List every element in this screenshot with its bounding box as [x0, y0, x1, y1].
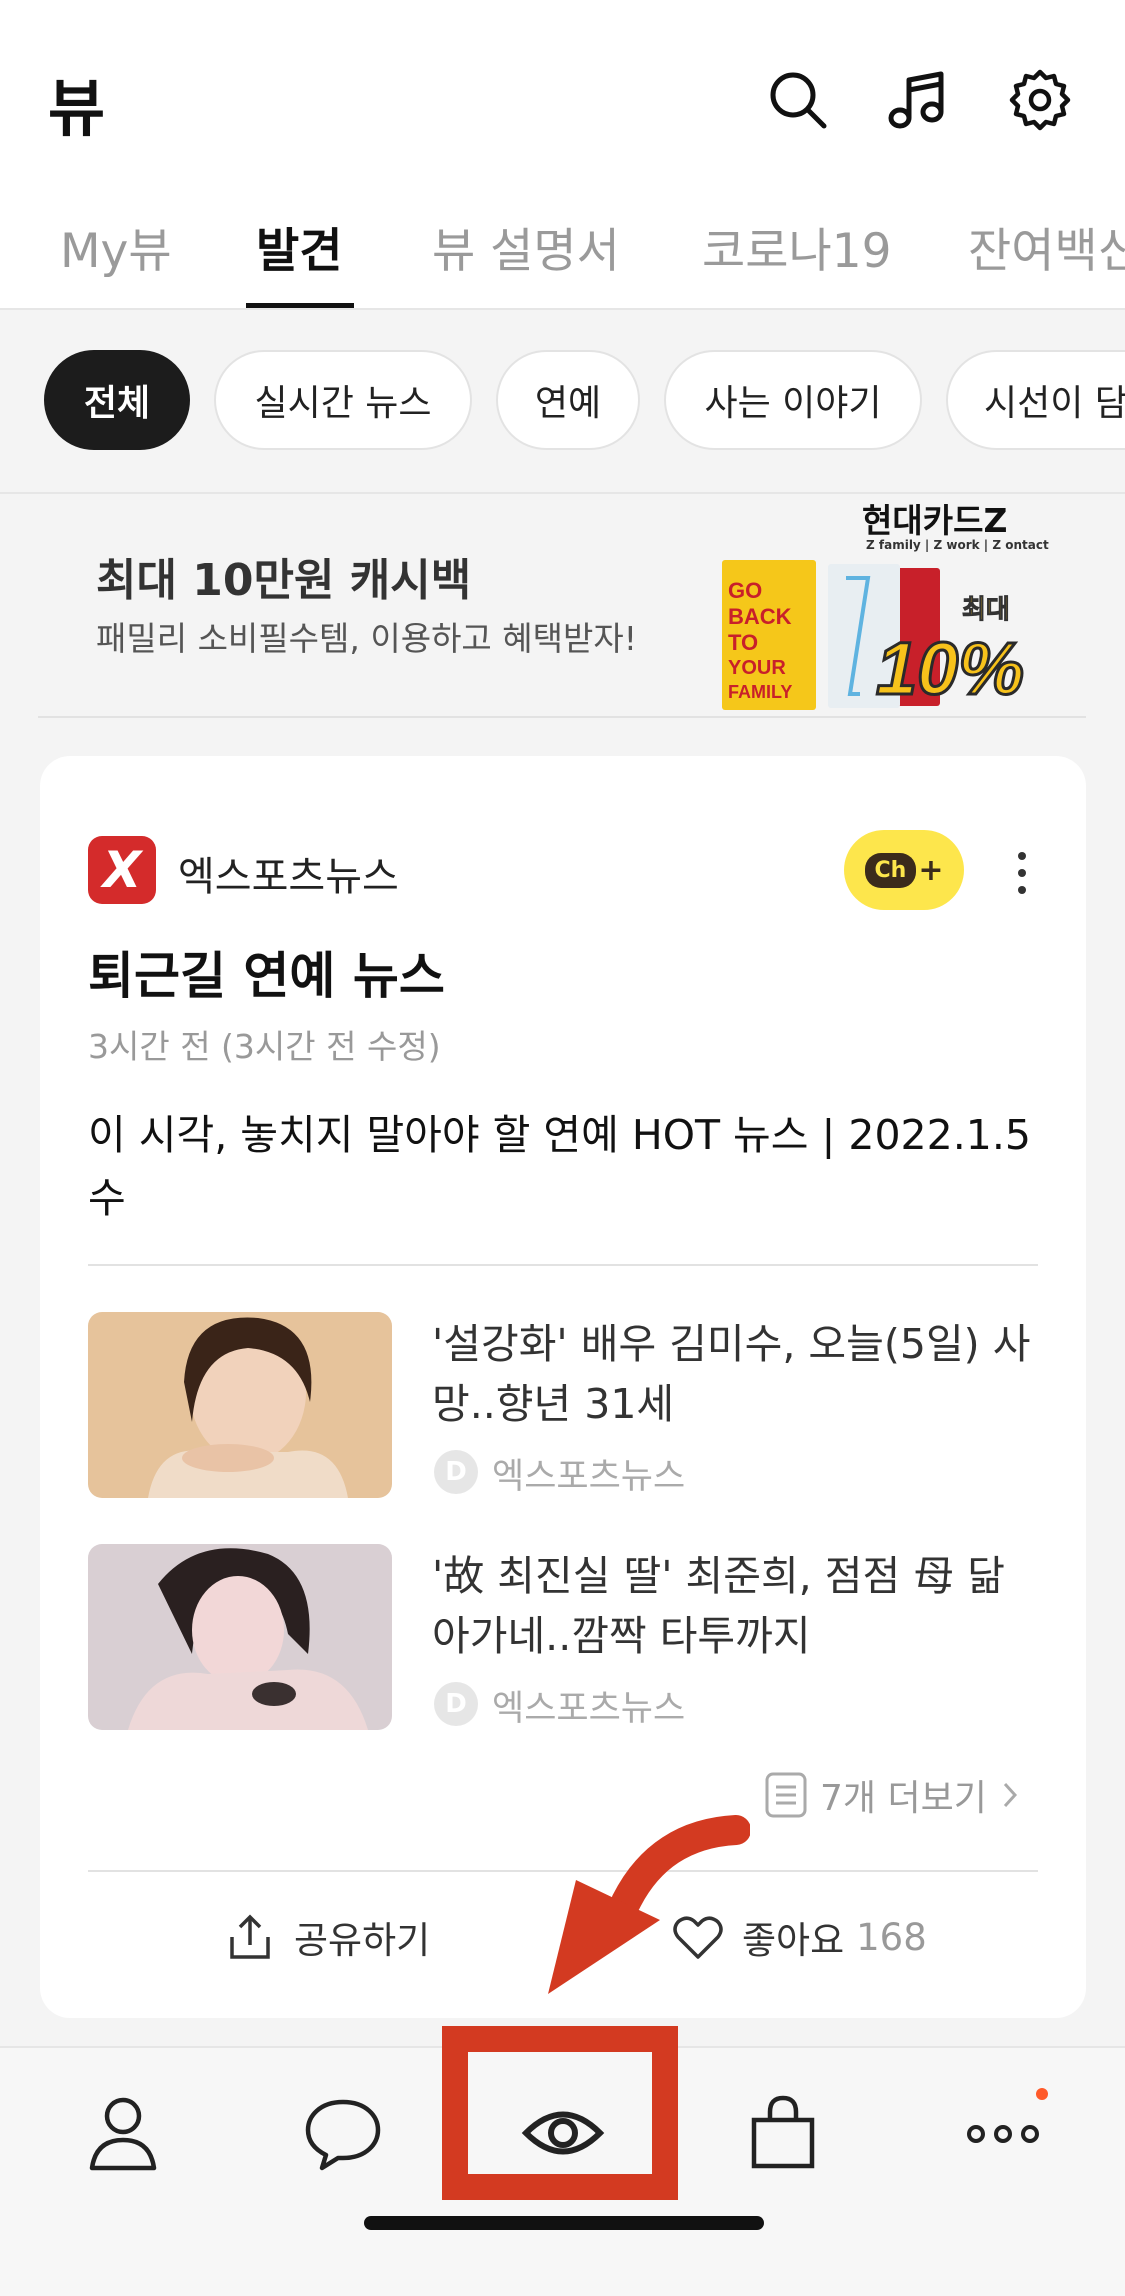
see-more-link[interactable]: 7개 더보기 [764, 1770, 1023, 1820]
ad-brand-sub: Z family | Z work | Z ontact [866, 538, 1049, 552]
shopping-bag-icon[interactable] [738, 2088, 828, 2178]
search-icon[interactable] [766, 68, 830, 132]
news-headline: '故 최진실 딸' 최준희, 점점 母 닮아가네..깜짝 타투까지 [432, 1552, 1005, 1660]
card-timestamp: 3시간 전 (3시간 전 수정) [88, 1027, 441, 1066]
chip-realtime-news[interactable]: 실시간 뉴스 [214, 350, 472, 450]
news-source: 엑스포츠뉴스 [492, 1689, 686, 1729]
ad-banner[interactable]: 최대 10만원 캐시백 패밀리 소비필수템, 이용하고 혜택받자! 현대카드Z … [0, 494, 1125, 716]
news-source: 엑스포츠뉴스 [492, 1457, 686, 1497]
source-icon: D [434, 1450, 478, 1494]
news-headline: '설강화' 배우 김미수, 오늘(5일) 사망..향년 31세 [432, 1320, 1031, 1428]
notification-dot [1036, 2088, 1048, 2100]
ad-card-image: GO BACK TO YOUR FAMILY 최대 10% [722, 560, 1026, 712]
chevron-right-icon [1003, 1782, 1017, 1808]
chip-gaze[interactable]: 시선이 담 [946, 350, 1125, 450]
ad-subtitle: 패밀리 소비필수템, 이용하고 혜택받자! [96, 619, 637, 658]
channel-icon: Ch [864, 852, 917, 888]
ad-card-word: GO [728, 578, 762, 603]
profile-icon[interactable] [78, 2088, 168, 2178]
home-indicator[interactable] [364, 2216, 764, 2230]
tab-guide[interactable]: 뷰 설명서 [432, 212, 620, 281]
highlight-box [442, 2026, 678, 2200]
news-item[interactable]: '故 최진실 딸' 최준희, 점점 母 닮아가네..깜짝 타투까지 D 엑스포츠… [88, 1544, 1038, 1734]
ad-card-word: BACK [728, 604, 792, 629]
ad-badge-top: 최대 [962, 595, 1010, 625]
source-icon: D [434, 1682, 478, 1726]
chip-all[interactable]: 전체 [44, 350, 190, 450]
news-thumbnail [88, 1544, 392, 1730]
ad-card-word: FAMILY [728, 682, 792, 702]
category-chips: 전체 실시간 뉴스 연예 사는 이야기 시선이 담 [0, 350, 1125, 454]
publisher-name[interactable]: 엑스포츠뉴스 [178, 844, 399, 902]
news-item[interactable]: '설강화' 배우 김미수, 오늘(5일) 사망..향년 31세 D 엑스포츠뉴스 [88, 1312, 1038, 1502]
divider [0, 308, 1125, 310]
tab-covid19[interactable]: 코로나19 [702, 212, 892, 281]
see-more-label: 7개 더보기 [820, 1778, 987, 1819]
like-label: 좋아요 [742, 1919, 845, 1962]
tab-my-view[interactable]: My뷰 [60, 212, 172, 281]
music-icon[interactable] [884, 68, 948, 132]
ad-brand: 현대카드Z [862, 501, 1008, 540]
ad-badge-percent: 10% [876, 627, 1024, 710]
share-label: 공유하기 [294, 1919, 431, 1962]
more-icon[interactable] [958, 2088, 1048, 2178]
divider [38, 716, 1086, 718]
divider [88, 1264, 1038, 1266]
ad-title: 최대 10만원 캐시백 [96, 555, 472, 606]
publisher-logo[interactable]: X [88, 836, 156, 904]
share-icon [230, 1914, 270, 1959]
card-title[interactable]: 퇴근길 연예 뉴스 [88, 936, 445, 1008]
ad-card-word: TO [728, 630, 758, 655]
add-channel-button[interactable]: Ch + [844, 830, 964, 910]
ad-card-word: YOUR [728, 657, 786, 679]
list-icon [765, 1772, 807, 1818]
news-thumbnail [88, 1312, 392, 1498]
chip-life-stories[interactable]: 사는 이야기 [664, 350, 922, 450]
settings-icon[interactable] [1008, 68, 1072, 132]
card-description[interactable]: 이 시각, 놓치지 말아야 할 연예 HOT 뉴스 | 2022.1.5 수 [88, 1104, 1078, 1230]
tab-vaccine[interactable]: 잔여백신 [968, 212, 1125, 281]
plus-icon: + [918, 852, 944, 888]
header: 뷰 My뷰 발견 뷰 설명서 코로나19 잔여백신 [0, 0, 1125, 310]
like-count: 168 [856, 1915, 927, 1959]
tab-discover[interactable]: 발견 [256, 212, 342, 281]
chat-icon[interactable] [298, 2088, 388, 2178]
tab-bar: My뷰 발견 뷰 설명서 코로나19 잔여백신 [0, 200, 1125, 310]
chip-entertainment[interactable]: 연예 [496, 350, 640, 450]
annotation-arrow [548, 1815, 750, 1994]
more-options-icon[interactable] [1012, 848, 1032, 898]
share-button[interactable]: 공유하기 [224, 1910, 430, 1964]
page-title: 뷰 [48, 72, 106, 145]
